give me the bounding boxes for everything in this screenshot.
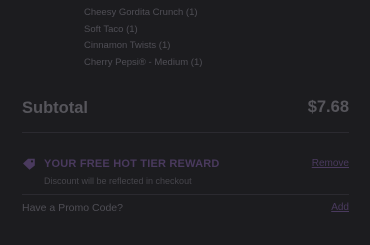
- divider: [22, 132, 349, 133]
- reward-subtitle: Discount will be reflected in checkout: [44, 176, 192, 186]
- list-item: Soft Taco (1): [84, 23, 138, 35]
- list-item: Cheesy Gordita Crunch (1): [84, 7, 198, 18]
- list-item: Cherry Pepsi® - Medium (1): [84, 56, 203, 68]
- order-item-list: Cheesy Gordita Crunch (1) Soft Taco (1) …: [84, 5, 202, 71]
- subtotal-value: $7.68: [307, 98, 349, 116]
- list-item: Cinnamon Twists (1): [84, 40, 171, 51]
- remove-reward-link[interactable]: Remove: [312, 158, 349, 169]
- add-promo-link[interactable]: Add: [331, 202, 349, 213]
- divider: [22, 194, 349, 195]
- reward-title: YOUR FREE HOT TIER REWARD: [44, 158, 220, 170]
- promo-code-label: Have a Promo Code?: [22, 202, 123, 214]
- tag-icon: [23, 158, 35, 170]
- subtotal-label: Subtotal: [22, 99, 88, 117]
